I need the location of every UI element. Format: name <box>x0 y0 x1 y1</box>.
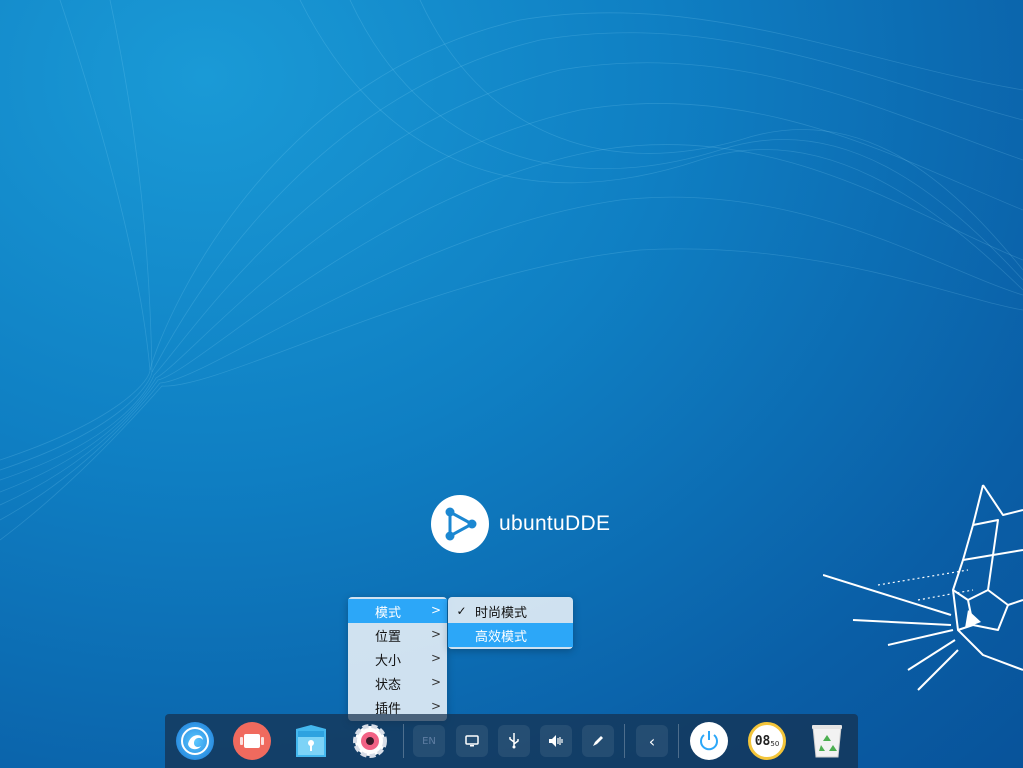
chevron-right-icon: > <box>430 603 441 617</box>
menu-item-size[interactable]: 大小 > <box>348 647 447 671</box>
file-manager-button[interactable] <box>291 721 331 761</box>
screenshot-button[interactable] <box>582 725 614 757</box>
file-manager-icon <box>296 725 326 757</box>
ubuntudde-logo: ubuntuDDE <box>431 495 610 553</box>
shutdown-button[interactable] <box>689 721 729 761</box>
check-icon: ✓ <box>456 604 467 618</box>
menu-item-mode-label: 模式 <box>375 605 402 621</box>
clock-widget[interactable]: 08 50 <box>747 721 787 761</box>
menu-item-position-label: 位置 <box>375 629 402 645</box>
volume-button[interactable] <box>540 725 572 757</box>
keyboard-layout-indicator[interactable]: EN <box>413 725 445 757</box>
chevron-right-icon: > <box>430 699 441 713</box>
monitor-icon <box>465 735 479 747</box>
clock-hours: 08 <box>754 733 771 749</box>
gear-icon <box>353 724 387 758</box>
dock-context-menu: 模式 > 位置 > 大小 > 状态 > 插件 > <box>348 597 447 721</box>
multitasking-view-button[interactable] <box>232 721 272 761</box>
volume-icon <box>549 735 563 747</box>
recycle-bin-icon <box>812 725 842 758</box>
submenu-item-efficient-mode[interactable]: 高效模式 <box>448 623 573 647</box>
pen-icon <box>593 736 603 746</box>
deepin-launcher-icon <box>176 722 214 760</box>
menu-item-size-label: 大小 <box>375 653 402 669</box>
power-icon <box>690 722 728 760</box>
control-center-button[interactable] <box>350 721 390 761</box>
clock-minutes: 50 <box>770 740 780 748</box>
multitasking-view-icon <box>233 722 271 760</box>
display-button[interactable] <box>456 725 488 757</box>
ubuntudde-logo-text: ubuntuDDE <box>499 512 611 535</box>
launcher-button[interactable] <box>175 721 215 761</box>
menu-item-status-label: 状态 <box>375 677 402 693</box>
tray-expand-button[interactable]: ‹ <box>636 725 668 757</box>
ubuntudde-logo-icon <box>431 495 489 553</box>
submenu-item-efficient-mode-label: 高效模式 <box>475 629 528 645</box>
usb-button[interactable] <box>498 725 530 757</box>
chevron-right-icon: > <box>430 651 441 665</box>
menu-item-position[interactable]: 位置 > <box>348 623 447 647</box>
menu-item-status[interactable]: 状态 > <box>348 671 447 695</box>
submenu-item-fashion-mode[interactable]: ✓ 时尚模式 <box>448 599 573 623</box>
dock-separator <box>678 724 679 758</box>
clock-icon: 08 50 <box>748 722 786 760</box>
submenu-item-fashion-mode-label: 时尚模式 <box>475 605 528 621</box>
chevron-right-icon: > <box>430 675 441 689</box>
cat-wallpaper-art <box>823 484 1023 691</box>
dock: EN ‹ 08 50 <box>165 714 858 768</box>
menu-item-mode[interactable]: 模式 > <box>348 599 447 623</box>
dock-separator <box>624 724 625 758</box>
chevron-right-icon: > <box>430 627 441 641</box>
usb-icon <box>509 733 519 749</box>
dock-separator <box>403 724 404 758</box>
mode-submenu: ✓ 时尚模式 高效模式 <box>448 597 573 649</box>
trash-button[interactable] <box>807 721 847 761</box>
